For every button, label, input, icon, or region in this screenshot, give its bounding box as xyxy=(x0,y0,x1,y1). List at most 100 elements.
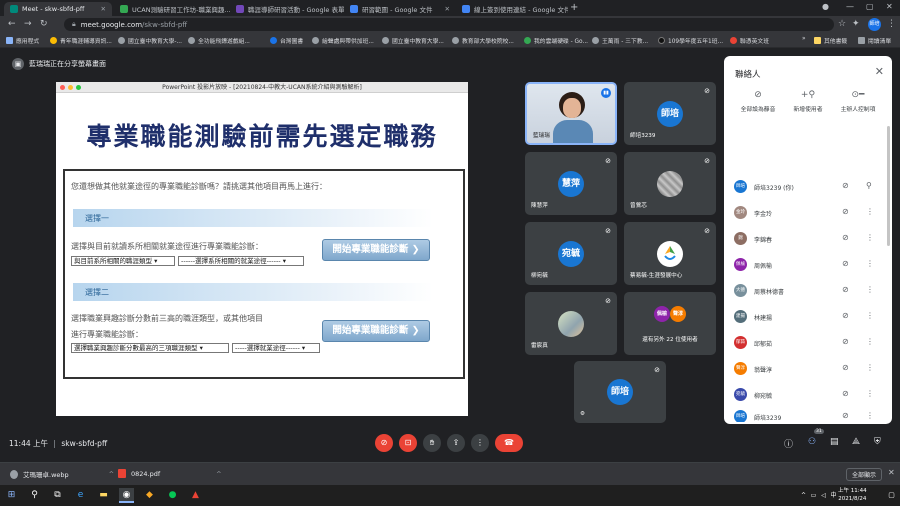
more-options-button[interactable]: ⋮ xyxy=(471,434,489,452)
minimize-icon[interactable]: — xyxy=(846,2,854,11)
pin-icon[interactable]: ⚲ xyxy=(866,181,872,190)
activities-icon[interactable]: ⟁ xyxy=(852,437,860,447)
participant-tile[interactable]: ⊘ 曾鶯芯 xyxy=(624,152,716,215)
new-tab-button[interactable]: + xyxy=(570,2,578,13)
tab-docs-range[interactable]: 研習範圍 - Google 文件 ✕ xyxy=(344,2,456,16)
app-icon[interactable]: ◆ xyxy=(142,488,157,503)
meeting-code[interactable]: skw-sbfd-pff xyxy=(61,439,107,448)
bookmark-item[interactable]: 全功能飛鏢遊戲組... xyxy=(188,36,250,45)
maximize-icon[interactable]: ▢ xyxy=(866,2,874,11)
more-options-icon[interactable]: ⋮ xyxy=(866,411,874,420)
participant-tile[interactable]: ⊘ 師培 師培3239 xyxy=(624,82,716,145)
close-tab-icon[interactable]: ✕ xyxy=(441,5,450,13)
bookmark-item[interactable]: 聯憑英文班 xyxy=(730,36,769,45)
mic-off-icon[interactable]: ⊘ xyxy=(842,259,849,268)
chevron-up-icon[interactable]: ^ xyxy=(109,470,114,478)
close-icon[interactable]: ✕ xyxy=(888,468,895,477)
leave-call-button[interactable]: ☎ xyxy=(495,434,523,452)
participant-row[interactable]: 大德 周蔡林德書 ⊘ ⋮ xyxy=(734,284,884,298)
tab-docs-signin[interactable]: 線上簽到使用連結 - Google 文件 ✕ xyxy=(456,2,568,16)
more-options-icon[interactable]: ⋮ xyxy=(866,389,874,398)
system-clock[interactable]: 上午 11:44 2021/8/24 xyxy=(838,487,867,503)
participant-row[interactable]: 金玲 李金玲 ⊘ ⋮ xyxy=(734,206,884,220)
mic-off-button[interactable]: ⊘ xyxy=(375,434,393,452)
participant-row[interactable]: 師培 師培3239 (你) ⊘ ⚲ xyxy=(734,180,884,194)
participant-row[interactable]: 建揚 林建揚 ⊘ ⋮ xyxy=(734,310,884,324)
reading-list[interactable]: 閱讀清單 xyxy=(858,36,891,45)
host-controls-icon[interactable]: ⛨ xyxy=(874,437,881,447)
download-item[interactable]: 0824.pdf ^ xyxy=(118,469,222,478)
notifications-icon[interactable]: ▢ xyxy=(884,488,899,503)
mic-off-icon[interactable]: ⊘ xyxy=(842,363,849,372)
forward-icon[interactable]: → xyxy=(24,19,32,29)
mic-off-icon[interactable]: ⊘ xyxy=(842,207,849,216)
more-options-icon[interactable]: ⋮ xyxy=(866,233,874,242)
participant-row[interactable]: 師培 師培3239 ⊘ ⋮ xyxy=(734,410,884,422)
bookmark-item[interactable]: 繪聲處與帶供加班... xyxy=(312,36,374,45)
participant-row[interactable]: 錦 李錦春 ⊘ ⋮ xyxy=(734,232,884,246)
close-icon[interactable]: ✕ xyxy=(875,65,884,78)
mic-off-icon[interactable]: ⊘ xyxy=(842,181,849,190)
more-options-icon[interactable]: ⋮ xyxy=(866,311,874,320)
download-item[interactable]: 艾瑪珊卓.webp ^ xyxy=(10,469,114,479)
bookmark-item[interactable]: 國立臺中教育大學-... xyxy=(118,36,182,45)
show-all-button[interactable]: 全部顯示 xyxy=(846,468,883,481)
bookmark-apps[interactable]: 應用程式 xyxy=(6,36,39,45)
other-bookmarks[interactable]: 其他書籤 xyxy=(814,36,847,45)
more-options-icon[interactable]: ⋮ xyxy=(866,285,874,294)
participant-tile[interactable]: ⊘ 雷宸真 xyxy=(525,292,617,355)
line-icon[interactable]: ● xyxy=(165,488,180,503)
bookmark-item[interactable]: 教育部大學校院校... xyxy=(452,36,514,45)
host-controls-button[interactable]: ⊙━ 主辦人控制項 xyxy=(832,90,884,113)
tab-ucan[interactable]: UCAN測驗研習工作坊-職業興趣... ✕ xyxy=(114,2,230,16)
bookmarks-more[interactable]: » xyxy=(802,36,806,42)
participant-tile[interactable]: ⊘ 慧萍 陳慧萍 xyxy=(525,152,617,215)
raise-hand-button[interactable]: ✋︎ xyxy=(423,434,441,452)
present-button[interactable]: ⇪ xyxy=(447,434,465,452)
mic-off-icon[interactable]: ⊘ xyxy=(842,233,849,242)
search-icon[interactable]: ⚲ xyxy=(27,488,42,503)
windows-start-icon[interactable]: ⊞ xyxy=(4,488,19,503)
participant-tile[interactable]: ⊘ 蔡易毓-生涯發展中心 xyxy=(624,222,716,285)
self-view-options-icon[interactable]: ⚙ xyxy=(580,411,585,417)
self-view-tile[interactable]: ⊘ 師培 ⚙ xyxy=(574,361,666,423)
task-view-icon[interactable]: ⧉ xyxy=(50,488,65,503)
close-window-icon[interactable]: ✕ xyxy=(886,2,893,11)
participant-row[interactable]: 郁茹 邱郁茹 ⊘ ⋮ xyxy=(734,336,884,350)
more-options-icon[interactable]: ⋮ xyxy=(866,363,874,372)
people-icon[interactable]: ⚇ xyxy=(808,437,816,447)
more-participants-tile[interactable]: 佩榆 聲淳 還有另外 22 位使用者 xyxy=(624,292,716,355)
bookmark-item[interactable]: 109學年度五年1班... xyxy=(658,36,723,45)
participant-row[interactable]: 聲淳 翁聲淳 ⊘ ⋮ xyxy=(734,362,884,376)
bookmark-item[interactable]: 王萬雨 - 三下教... xyxy=(592,36,648,45)
participant-tile[interactable]: ⊘ 宛毓 柳宛毓 xyxy=(525,222,617,285)
chrome-icon[interactable]: ◉ xyxy=(119,488,134,503)
close-tab-icon[interactable]: ✕ xyxy=(97,5,106,13)
participant-tile-presenter[interactable]: ▮▮ 藍瑞瑞 xyxy=(525,82,617,145)
add-people-button[interactable]: +⚲ 新增使用者 xyxy=(782,90,834,113)
bookmark-star-icon[interactable]: ☆ xyxy=(838,19,846,29)
more-options-icon[interactable]: ⋮ xyxy=(866,337,874,346)
back-icon[interactable]: ← xyxy=(8,19,16,29)
profile-avatar[interactable]: 師培 xyxy=(868,18,881,31)
bookmark-item[interactable]: 我的雲端硬碟 - Go... xyxy=(524,36,588,45)
mute-all-button[interactable]: ⊘ 全部設為靜音 xyxy=(732,90,784,113)
mic-off-icon[interactable]: ⊘ xyxy=(842,311,849,320)
address-bar[interactable]: 🔒︎ meet.google.com/skw-sbfd-pff xyxy=(64,18,834,31)
camera-off-button[interactable]: ⊡ xyxy=(399,434,417,452)
reload-icon[interactable]: ↻ xyxy=(40,19,48,29)
bookmark-item[interactable]: 國立臺中教育大學... xyxy=(382,36,444,45)
extensions-icon[interactable]: ✦ xyxy=(852,19,860,29)
more-options-icon[interactable]: ⋮ xyxy=(866,259,874,268)
tab-forms[interactable]: 職涯導師研習活動 - Google 表單 ✕ xyxy=(230,2,344,16)
mic-off-icon[interactable]: ⊘ xyxy=(842,389,849,398)
panel-scrollbar[interactable] xyxy=(887,126,890,246)
edge-icon[interactable]: e xyxy=(73,488,88,503)
participant-row[interactable]: 宛毓 柳宛毓 ⊘ ⋮ xyxy=(734,388,884,402)
tab-meet[interactable]: Meet - skw-sbfd-pff ✕ xyxy=(4,2,112,16)
chat-icon[interactable]: ▤ xyxy=(830,437,839,447)
acrobat-icon[interactable]: ▲ xyxy=(188,488,203,503)
mic-off-icon[interactable]: ⊘ xyxy=(842,337,849,346)
file-explorer-icon[interactable]: ▬ xyxy=(96,488,111,503)
meeting-details-icon[interactable]: ⓘ xyxy=(784,437,793,450)
